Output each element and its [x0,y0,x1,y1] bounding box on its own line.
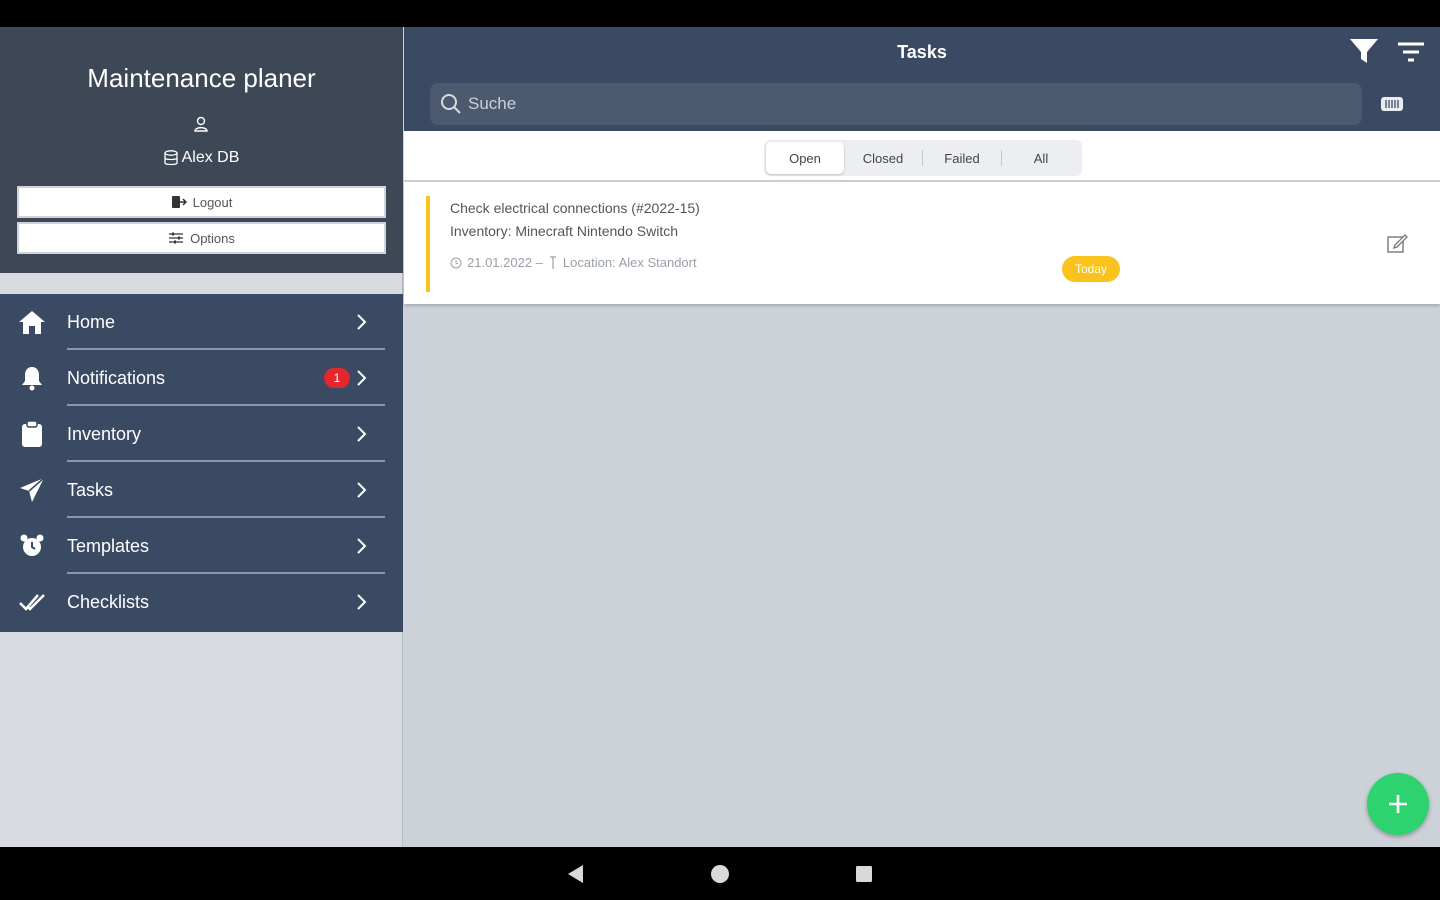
logout-button[interactable]: Logout [17,186,386,218]
bell-icon [18,364,46,392]
sidebar-nav: Home Notifications 1 Inventory Tasks Tem… [0,294,403,632]
header-toolbar: Tasks [404,27,1440,131]
status-bar [0,0,1440,27]
clipboard-icon [18,420,46,448]
segment-all[interactable]: All [1002,142,1080,174]
sidebar-item-label: Checklists [67,592,150,612]
options-label: Options [190,230,235,246]
search-bar[interactable] [430,83,1362,125]
sidebar-item-label: Templates [67,536,150,556]
logout-label: Logout [192,194,233,210]
system-navigation-bar [0,847,1440,900]
sidebar-item-checklists[interactable]: Checklists [0,574,403,630]
sidebar-item-label: Notifications [67,368,166,388]
segment-open[interactable]: Open [766,142,844,174]
clock-icon [450,257,462,268]
logout-icon [171,196,187,208]
sidebar-item-label: Home [67,312,116,332]
user-row: Alex DB [0,149,403,167]
location-pin-icon [549,255,556,269]
due-status-chip: Today [1062,256,1120,282]
filter-icon[interactable] [1348,37,1380,65]
sidebar-item-notifications[interactable]: Notifications 1 [0,350,403,406]
user-icon [194,116,208,132]
sidebar-item-templates[interactable]: Templates [0,518,403,574]
paper-plane-icon [18,476,46,504]
chevron-right-icon [357,426,367,442]
sidebar-item-inventory[interactable]: Inventory [0,406,403,462]
search-input[interactable] [468,94,1348,114]
user-name: Alex DB [181,149,240,166]
notification-count-badge: 1 [324,368,350,388]
profile-panel: Maintenance planer Alex DB Logout Option… [0,27,403,273]
app-window: Maintenance planer Alex DB Logout Option… [0,27,1440,847]
edit-icon[interactable] [1386,232,1408,254]
task-title: Check electrical connections (#2022-15) [450,200,700,216]
task-meta: 21.01.2022 – Location: Alex Standort [450,255,697,270]
sidebar: Maintenance planer Alex DB Logout Option… [0,27,403,847]
checkmarks-icon [18,588,46,616]
options-button[interactable]: Options [17,222,386,254]
add-task-button[interactable] [1367,773,1429,835]
home-circle-icon[interactable] [709,863,731,885]
database-icon [163,150,178,166]
priority-accent-bar [426,196,430,292]
segment-closed[interactable]: Closed [844,142,922,174]
sidebar-item-label: Tasks [67,480,114,500]
sidebar-item-home[interactable]: Home [0,294,403,350]
back-icon[interactable] [565,863,587,885]
task-inventory: Inventory: Minecraft Nintendo Switch [450,223,678,239]
status-filter-bar: Open Closed Failed All [404,131,1440,181]
home-icon [18,308,46,336]
chevron-right-icon [357,482,367,498]
page-title: Tasks [897,42,947,62]
task-location: Location: Alex Standort [562,255,697,270]
sidebar-item-label: Inventory [67,424,142,444]
barcode-scan-icon[interactable] [1380,96,1404,112]
chevron-right-icon [357,370,367,386]
search-icon [441,94,461,114]
app-title: Maintenance planer [87,63,316,93]
plus-icon [1389,795,1407,813]
sidebar-item-tasks[interactable]: Tasks [0,462,403,518]
sort-lines-icon[interactable] [1396,41,1426,63]
chevron-right-icon [357,314,367,330]
sliders-icon [169,232,184,244]
chevron-right-icon [357,538,367,554]
task-list-item[interactable]: Check electrical connections (#2022-15) … [404,182,1440,304]
segmented-control: Open Closed Failed All [764,140,1082,176]
recents-square-icon[interactable] [853,863,875,885]
alarm-clock-icon [18,532,46,560]
chevron-right-icon [357,594,367,610]
segment-failed[interactable]: Failed [923,142,1001,174]
task-date: 21.01.2022 – [467,255,543,270]
